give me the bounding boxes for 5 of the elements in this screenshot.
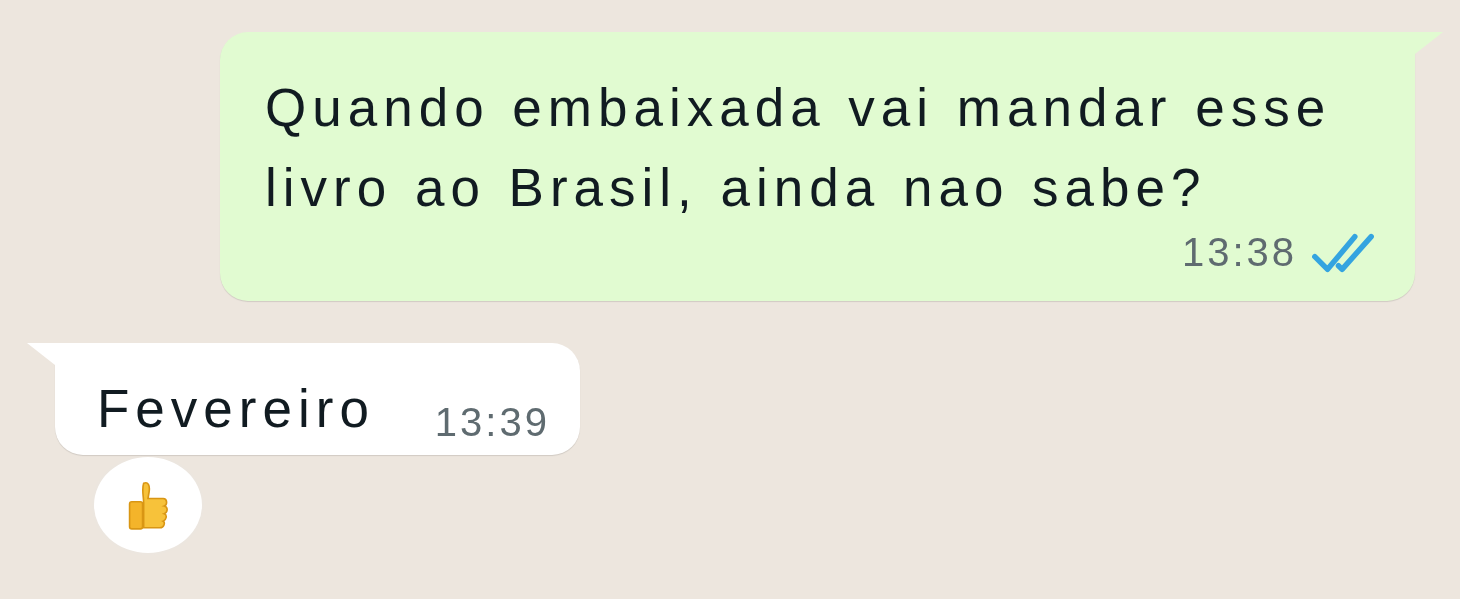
message-text: Quando embaixada vai mandar esse livro ao Brasil, ainda nao sabe? — [265, 77, 1333, 219]
message-text: Fevereiro — [97, 381, 375, 437]
thumbs-up-icon — [126, 479, 170, 531]
message-time: 13:38 — [1181, 230, 1297, 275]
message-time: 13:39 — [434, 400, 550, 445]
